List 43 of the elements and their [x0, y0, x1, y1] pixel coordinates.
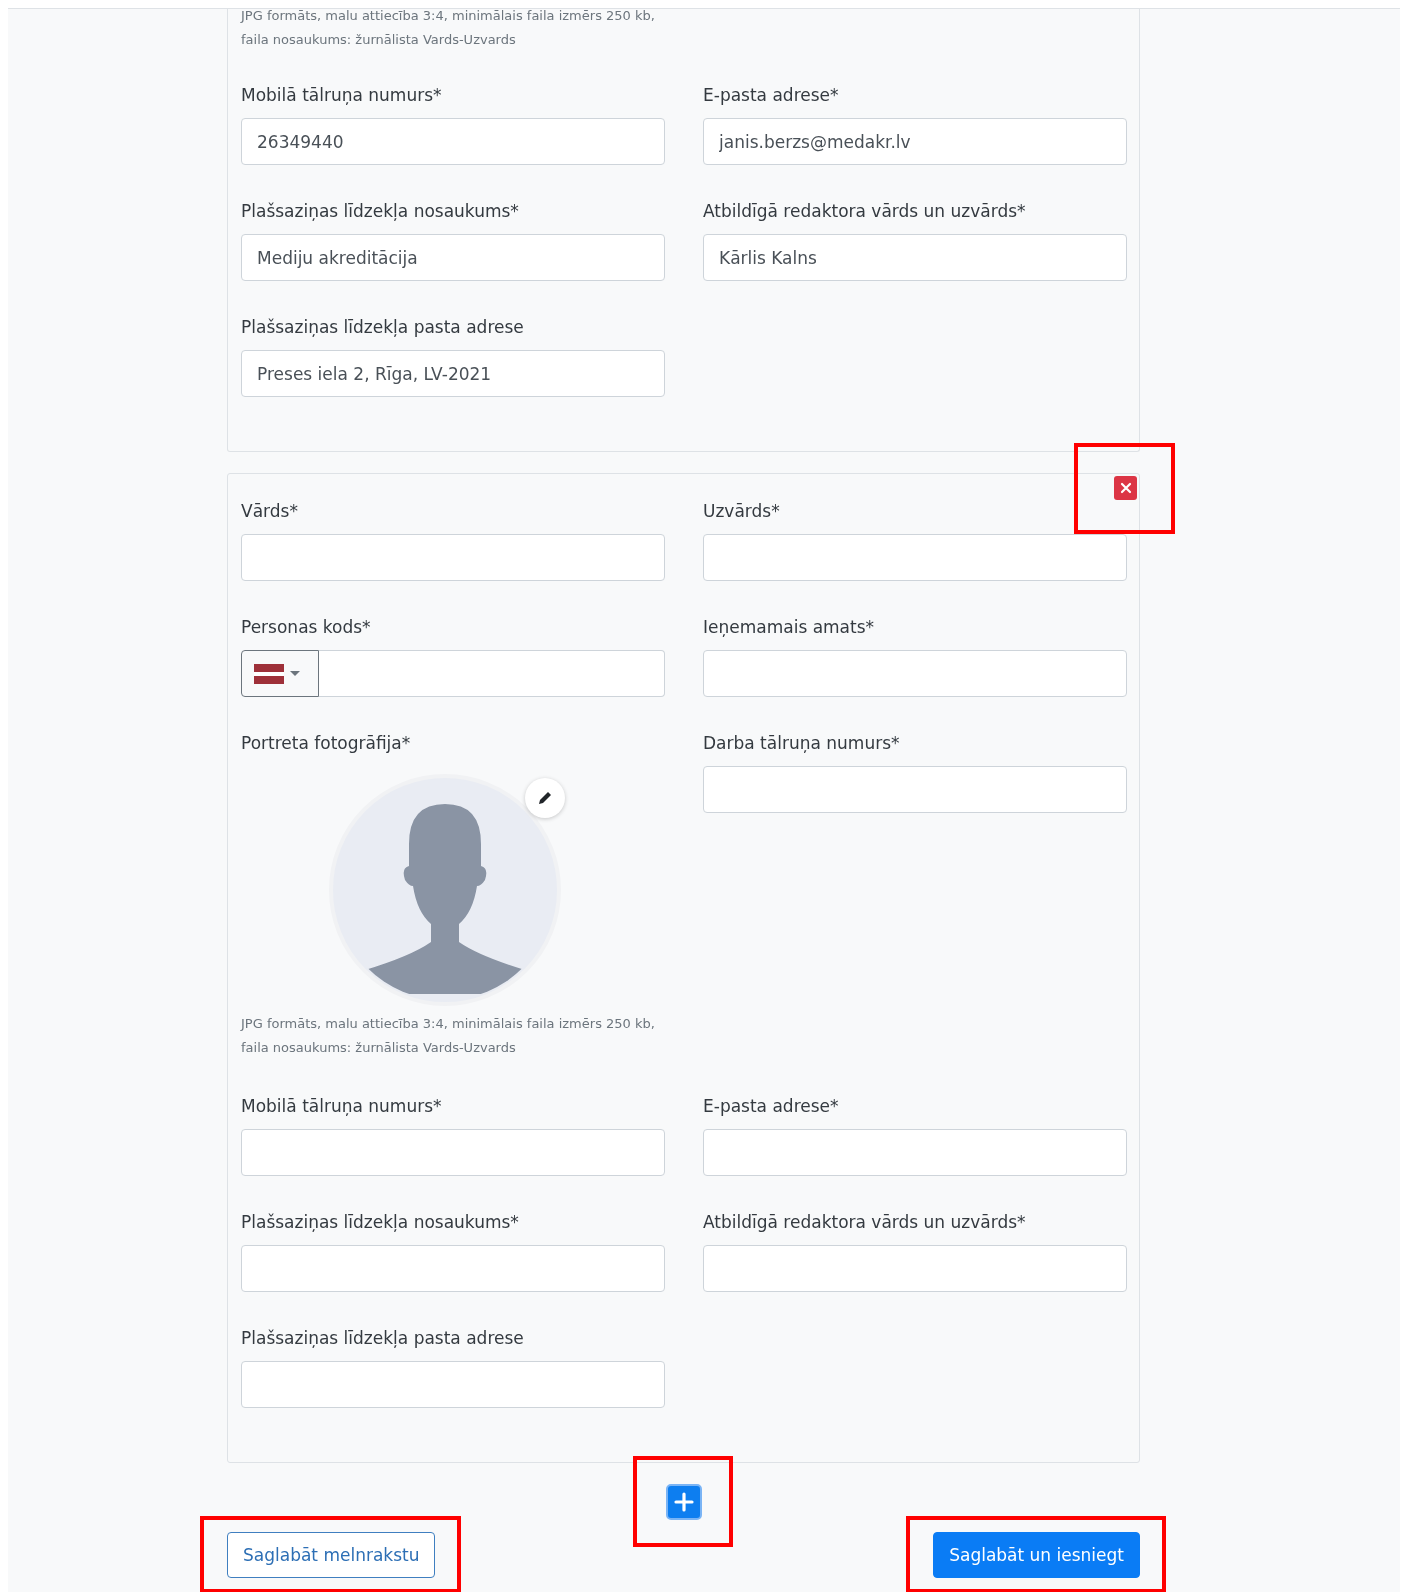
- field-label: Mobilā tālruņa numurs*: [241, 84, 442, 107]
- input-field[interactable]: [241, 1361, 665, 1408]
- field-label: E-pasta adrese*: [703, 84, 839, 107]
- input-field[interactable]: [241, 1245, 665, 1292]
- input-field[interactable]: Kārlis Kalns: [703, 234, 1127, 281]
- input-field[interactable]: 26349440: [241, 118, 665, 165]
- avatar-placeholder-icon: [329, 774, 561, 1006]
- field-label: Atbildīgā redaktora vārds un uzvārds*: [703, 1211, 1026, 1234]
- field-label: Vārds*: [241, 500, 298, 523]
- input-field[interactable]: Mediju akreditācija: [241, 234, 665, 281]
- input-field[interactable]: [703, 534, 1127, 581]
- hint-text: JPG formāts, malu attiecība 3:4, minimālais faila izmērs 250 kb, faila nosaukums: žurnālista Vards-Uzvards: [241, 9, 656, 49]
- input-field[interactable]: [241, 534, 665, 581]
- field-label: Ieņemamais amats*: [703, 616, 875, 639]
- submit-button[interactable]: Saglabāt un iesniegt: [933, 1532, 1140, 1578]
- input-field[interactable]: [241, 1129, 665, 1176]
- field-label: Mobilā tālruņa numurs*: [241, 1095, 442, 1118]
- field-label: Portreta fotogrāfija*: [241, 732, 411, 755]
- input-field[interactable]: [703, 1129, 1127, 1176]
- input-field[interactable]: [703, 766, 1127, 813]
- field-label: E-pasta adrese*: [703, 1095, 839, 1118]
- field-label: Atbildīgā redaktora vārds un uzvārds*: [703, 200, 1026, 223]
- input-field[interactable]: [703, 1245, 1127, 1292]
- add-button[interactable]: [665, 1484, 702, 1520]
- save-draft-button[interactable]: Saglabāt melnrakstu: [227, 1532, 436, 1578]
- remove-button[interactable]: [1114, 476, 1137, 500]
- edit-photo-button[interactable]: [525, 778, 565, 818]
- field-label: Plašsaziņas līdzekļa pasta adrese: [241, 1327, 524, 1350]
- field-label: Plašsaziņas līdzekļa nosaukums*: [241, 1211, 519, 1234]
- close-icon: [1119, 482, 1132, 494]
- plus-icon: [673, 1492, 694, 1512]
- pencil-icon: [536, 789, 554, 807]
- field-label: Plašsaziņas līdzekļa nosaukums*: [241, 200, 519, 223]
- field-label: Personas kods*: [241, 616, 371, 639]
- country-dropdown[interactable]: [241, 650, 319, 697]
- input-field[interactable]: Preses iela 2, Rīga, LV-2021: [241, 350, 665, 397]
- field-label: Plašsaziņas līdzekļa pasta adrese: [241, 316, 524, 339]
- input-field[interactable]: janis.berzs@medakr.lv: [703, 118, 1127, 165]
- hint-text: JPG formāts, malu attiecība 3:4, minimālais faila izmērs 250 kb, faila nosaukums: žurnālista Vards-Uzvards: [241, 1015, 656, 1057]
- input-field[interactable]: [703, 650, 1127, 697]
- field-label: Darba tālruņa numurs*: [703, 732, 900, 755]
- field-label: Uzvārds*: [703, 500, 780, 523]
- input-field[interactable]: [319, 650, 665, 697]
